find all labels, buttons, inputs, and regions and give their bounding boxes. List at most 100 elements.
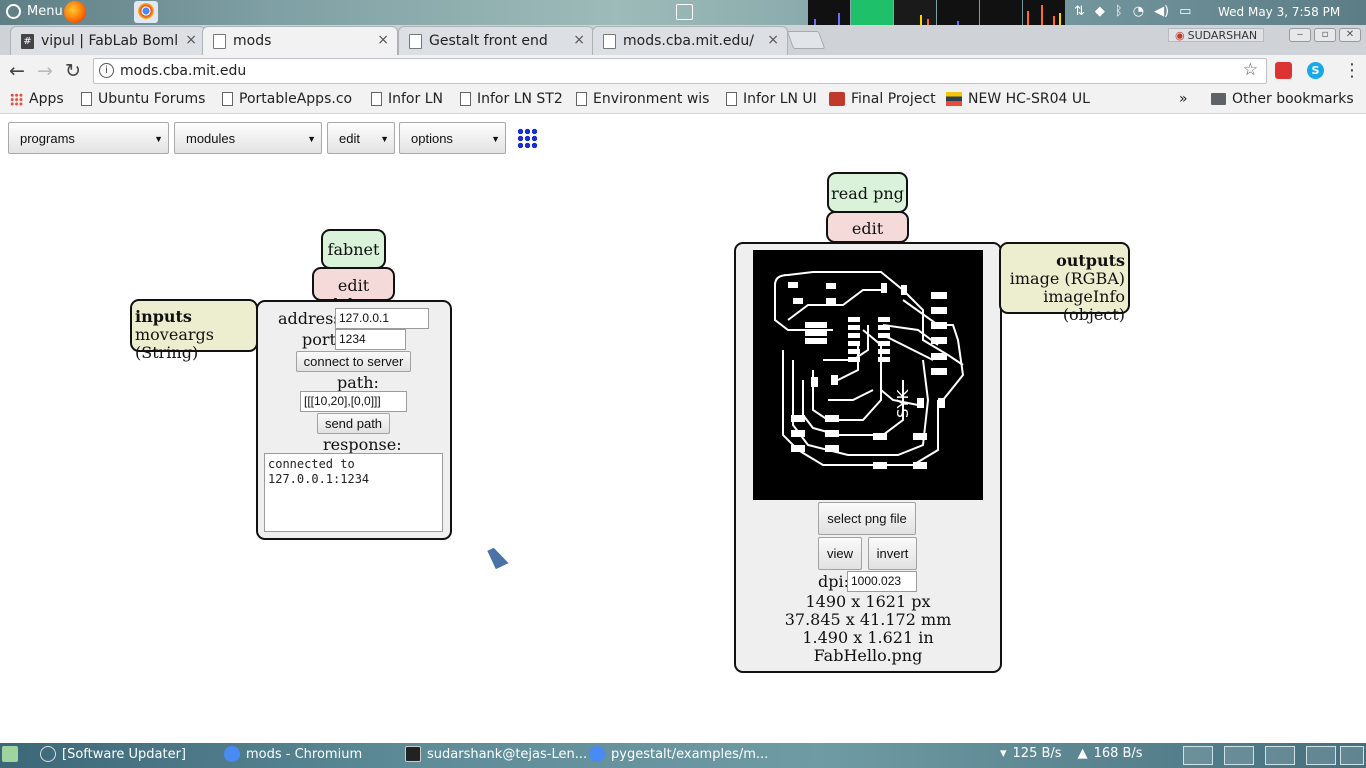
taskbar-pygestalt[interactable]: pygestalt/examples/m... — [589, 746, 768, 762]
fabnet-module-title[interactable]: fabnet — [321, 229, 386, 269]
forward-button[interactable]: → — [37, 60, 53, 82]
skype-extension-icon[interactable]: S — [1307, 62, 1324, 79]
page-icon — [81, 92, 92, 106]
bookmark-infor-ln-st2[interactable]: Infor LN ST2 — [460, 91, 563, 107]
bookmark-label: Infor LN ST2 — [477, 91, 563, 107]
overflow-chevron-icon: » — [1179, 91, 1188, 107]
folder-launcher-icon[interactable] — [1265, 746, 1295, 765]
profile-button[interactable]: ◉ SUDARSHAN — [1168, 28, 1265, 42]
bookmarks-overflow-button[interactable]: » — [1179, 91, 1188, 107]
reload-button[interactable]: ↻ — [65, 60, 81, 82]
desktop-switcher-icon[interactable] — [676, 4, 693, 20]
page-favicon-icon — [213, 34, 226, 49]
minimize-button[interactable]: ‒ — [1289, 28, 1311, 42]
read-png-outputs-panel[interactable]: outputs image (RGBA) imageInfo (object) — [999, 242, 1130, 324]
read-png-edit-delete[interactable]: edit delete — [826, 211, 909, 257]
filename-text: FabHello.png — [813, 646, 923, 665]
taskbar-software-updater[interactable]: [Software Updater] — [40, 746, 186, 762]
tab-close-icon[interactable]: × — [573, 32, 585, 48]
updates-icon[interactable]: ⇅ — [1074, 4, 1085, 19]
files-launcher-icon[interactable] — [1183, 746, 1213, 765]
read-png-module-title[interactable]: read png — [827, 172, 908, 213]
bluetooth-icon[interactable]: ᛒ — [1115, 4, 1123, 19]
select-label: modules — [186, 131, 236, 146]
invert-button[interactable]: invert — [868, 537, 917, 570]
close-window-button[interactable]: ✕ — [1339, 28, 1361, 42]
options-select[interactable]: options ▼ — [399, 122, 506, 154]
tab-gestalt-front-end[interactable]: Gestalt front end × — [398, 26, 594, 55]
bookmark-other-bookmarks[interactable]: Other bookmarks — [1211, 91, 1354, 107]
maximize-button[interactable]: ▫ — [1314, 28, 1336, 42]
chromium-launcher-icon[interactable] — [1306, 746, 1336, 765]
bookmark-final-project[interactable]: Final Project — [829, 91, 936, 107]
output-image[interactable]: image (RGBA) — [1001, 270, 1125, 288]
page-icon — [460, 92, 471, 106]
show-desktop-button[interactable] — [2, 746, 18, 762]
dropbox-icon[interactable]: ◆ — [1095, 4, 1105, 19]
png-preview-image: SYK — [753, 250, 983, 500]
select-label: edit — [339, 131, 360, 146]
back-button[interactable]: ← — [9, 60, 25, 82]
address-bar[interactable]: i mods.cba.mit.edu ☆ — [93, 58, 1267, 84]
site-info-icon[interactable]: i — [99, 63, 114, 78]
taskbar-chromium[interactable]: mods - Chromium — [224, 746, 362, 762]
response-textarea[interactable]: connected to 127.0.0.1:1234 — [264, 453, 443, 532]
port-input[interactable]: 1234 — [335, 329, 406, 350]
tab-close-icon[interactable]: × — [377, 32, 389, 48]
tab-vipul-fablab[interactable]: # vipul | FabLab Boml × — [10, 26, 206, 55]
input-moveargs[interactable]: moveargs (String) — [135, 326, 256, 362]
dpi-input[interactable]: 1000.023 — [847, 571, 917, 592]
size-px-text: 1490 x 1621 px — [805, 592, 931, 611]
clock[interactable]: Wed May 3, 7:58 PM — [1218, 5, 1340, 19]
volume-icon[interactable]: ◀) — [1154, 4, 1169, 19]
wifi-icon[interactable]: ◔ — [1133, 4, 1144, 19]
wifi-down-icon: ▾ — [1000, 746, 1007, 761]
outputs-heading: outputs — [1056, 251, 1125, 270]
path-input[interactable]: [[[10,20],[0,0]]] — [300, 391, 407, 412]
folder-icon — [1211, 93, 1226, 105]
battery-icon[interactable]: ▭ — [1179, 4, 1191, 19]
tab-close-icon[interactable]: × — [185, 32, 197, 48]
taskbar-label: pygestalt/examples/m... — [611, 746, 769, 762]
chromium-launcher-icon[interactable] — [134, 1, 158, 23]
browser-menu-icon[interactable]: ⋮ — [1343, 60, 1361, 81]
bookmark-hc-sr04[interactable]: NEW HC-SR04 UL — [946, 91, 1090, 107]
system-menu-button[interactable]: Menu — [6, 4, 63, 19]
bookmark-ubuntu-forums[interactable]: Ubuntu Forums — [81, 91, 205, 107]
connect-to-server-button[interactable]: connect to server — [296, 351, 411, 372]
extension-icon[interactable] — [1275, 62, 1292, 79]
view-button[interactable]: view — [818, 537, 862, 570]
app-launcher-icon[interactable] — [1224, 746, 1254, 765]
programs-select[interactable]: programs ▼ — [8, 122, 169, 154]
fabnet-inputs-panel[interactable]: inputs moveargs (String) — [130, 299, 258, 362]
mint-logo-icon — [6, 4, 21, 19]
tab-mods[interactable]: mods × — [202, 26, 398, 55]
bookmark-label: Environment wis — [593, 91, 710, 107]
fabnet-edit-delete[interactable]: edit delete — [312, 267, 395, 314]
firefox-launcher-icon[interactable] — [64, 1, 86, 23]
bookmark-infor-ln[interactable]: Infor LN — [371, 91, 443, 107]
url-text[interactable]: mods.cba.mit.edu — [120, 63, 246, 79]
select-label: options — [411, 131, 453, 146]
bookmark-environment[interactable]: Environment wis — [576, 91, 709, 107]
tab-close-icon[interactable]: × — [767, 32, 779, 48]
bookmark-star-icon[interactable]: ☆ — [1243, 60, 1258, 80]
modules-select[interactable]: modules ▼ — [174, 122, 322, 154]
edit-select[interactable]: edit ▼ — [327, 122, 395, 154]
network-speed-indicator[interactable]: ▾ 125 B/s ▲ 168 B/s — [1000, 746, 1143, 761]
address-input[interactable]: 127.0.0.1 — [335, 308, 429, 329]
output-imageinfo[interactable]: imageInfo (object) — [1001, 288, 1125, 324]
new-tab-button[interactable] — [786, 31, 826, 49]
send-path-button[interactable]: send path — [317, 413, 390, 434]
select-png-file-button[interactable]: select png file — [818, 502, 916, 535]
page-icon — [726, 92, 737, 106]
mods-logo-icon[interactable] — [517, 128, 538, 149]
bookmark-portableapps[interactable]: PortableApps.co — [222, 91, 352, 107]
mouse-cursor-icon — [487, 544, 509, 570]
workspace-icon[interactable] — [1340, 746, 1364, 765]
tab-mods-url[interactable]: mods.cba.mit.edu/ × — [592, 26, 788, 55]
bookmark-infor-ln-ui[interactable]: Infor LN UI — [726, 91, 817, 107]
taskbar-terminal[interactable]: sudarshank@tejas-Len... — [405, 746, 587, 762]
updater-icon — [40, 746, 56, 762]
bookmark-apps[interactable]: Apps — [10, 91, 64, 107]
